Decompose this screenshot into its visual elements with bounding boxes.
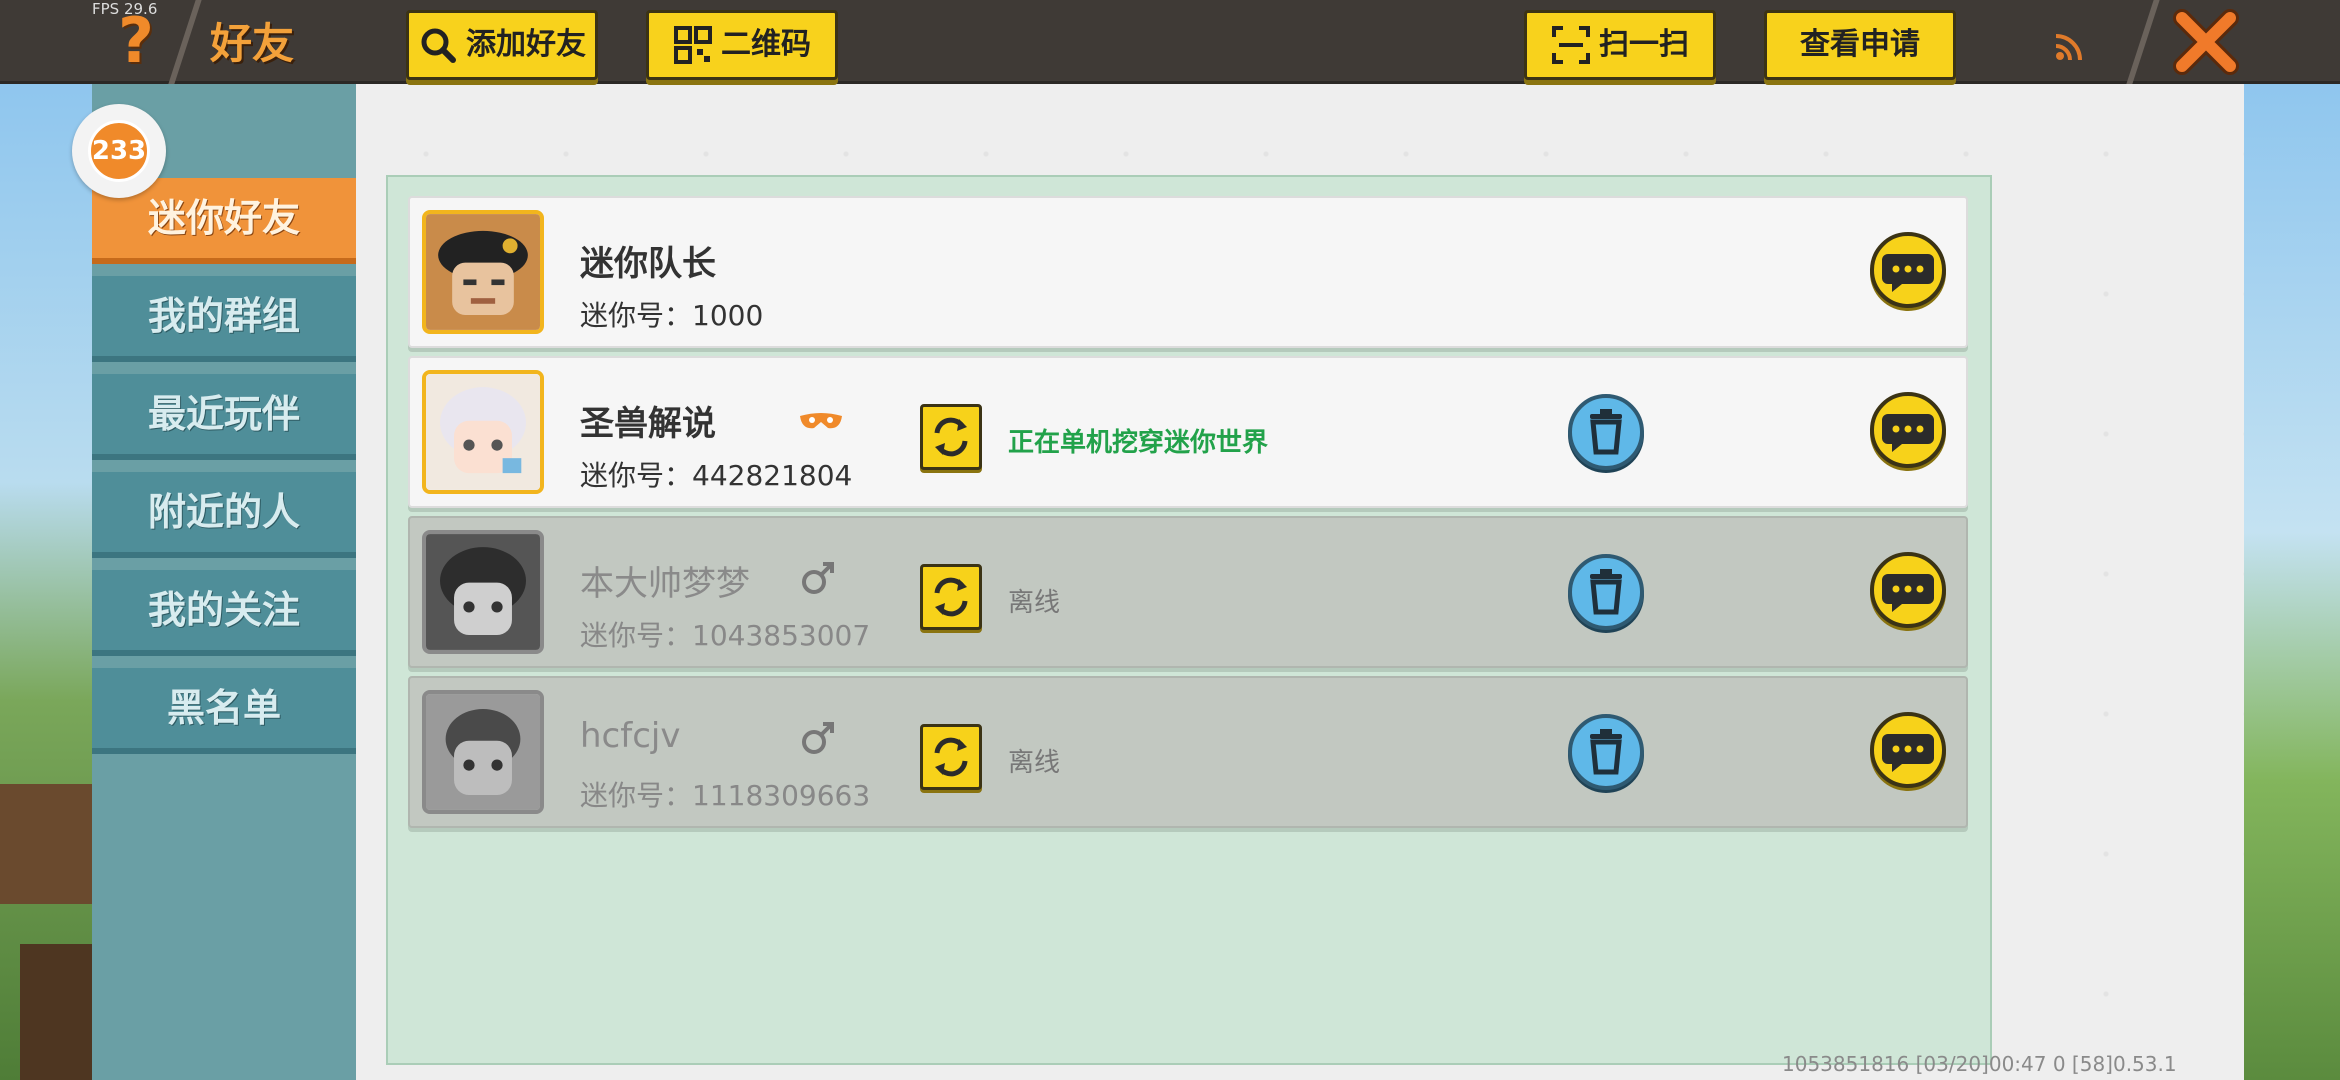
sidebar-item-recent-players[interactable]: 最近玩伴 — [92, 374, 356, 460]
delete-friend-button[interactable] — [1568, 714, 1644, 790]
refresh-icon — [934, 577, 968, 617]
top-bar: FPS 29.6 ? 好友 — [0, 0, 2340, 84]
chat-button[interactable] — [1870, 392, 1946, 468]
add-friend-label: 添加好友 — [466, 27, 586, 62]
signal-icon — [2055, 34, 2082, 61]
trash-icon — [1590, 409, 1622, 455]
chat-button[interactable] — [1870, 232, 1946, 308]
chat-icon — [1882, 734, 1934, 772]
page-title: 好友 — [210, 19, 295, 68]
divider — [2126, 0, 2160, 84]
friend-name: 迷你队长 — [580, 244, 716, 284]
friend-status: 正在单机挖穿迷你世界 — [1008, 428, 1269, 458]
avatar — [422, 210, 544, 334]
friend-name: 本大帅梦梦 — [580, 564, 750, 604]
block-decoration — [0, 784, 92, 904]
qr-code-button[interactable]: 二维码 — [646, 10, 838, 80]
friend-mini-id: 迷你号：1118309663 — [580, 779, 871, 812]
friend-mini-id: 迷你号：442821804 — [580, 459, 853, 492]
notification-badge[interactable]: 233 — [72, 104, 166, 198]
friend-name: 圣兽解说 — [580, 404, 716, 444]
avatar — [422, 530, 544, 654]
background-scenery-left — [0, 84, 92, 1080]
chat-icon — [1882, 574, 1934, 612]
scan-label: 扫一扫 — [1599, 27, 1689, 62]
view-requests-label: 查看申请 — [1800, 27, 1920, 62]
qr-code-label: 二维码 — [721, 27, 811, 62]
divider — [168, 0, 202, 84]
sidebar-item-my-groups[interactable]: 我的群组 — [92, 276, 356, 362]
refresh-icon — [934, 417, 968, 457]
refresh-button[interactable] — [920, 404, 982, 470]
delete-friend-button[interactable] — [1568, 554, 1644, 630]
block-decoration — [20, 944, 92, 1080]
add-friend-button[interactable]: 添加好友 — [406, 10, 598, 80]
scan-button[interactable]: 扫一扫 — [1524, 10, 1716, 80]
avatar — [422, 690, 544, 814]
search-icon — [421, 28, 456, 63]
scan-icon — [1552, 26, 1590, 64]
help-icon[interactable]: ? — [106, 6, 166, 76]
male-icon — [802, 722, 834, 754]
friend-row[interactable]: 本大帅梦梦 迷你号：1043853007 离线 — [408, 516, 1968, 668]
trash-icon — [1590, 729, 1622, 775]
trash-icon — [1590, 569, 1622, 615]
friend-status: 离线 — [1008, 748, 1061, 778]
chat-button[interactable] — [1870, 712, 1946, 788]
view-requests-button[interactable]: 查看申请 — [1764, 10, 1956, 80]
friend-row[interactable]: 圣兽解说 迷你号：442821804 正在单机挖穿迷你世界 — [408, 356, 1968, 508]
sidebar-item-nearby[interactable]: 附近的人 — [92, 472, 356, 558]
refresh-icon — [934, 737, 968, 777]
friend-name: hcfcjv — [580, 716, 681, 756]
friend-mini-id: 迷你号：1000 — [580, 299, 764, 332]
refresh-button[interactable] — [920, 564, 982, 630]
chat-icon — [1882, 414, 1934, 452]
sidebar-item-blacklist[interactable]: 黑名单 — [92, 668, 356, 754]
qr-code-icon — [674, 26, 712, 64]
male-icon — [802, 562, 834, 594]
chat-button[interactable] — [1870, 552, 1946, 628]
chat-icon — [1882, 254, 1934, 292]
friend-row[interactable]: 迷你队长 迷你号：1000 — [408, 196, 1968, 348]
friend-row[interactable]: hcfcjv 迷你号：1118309663 离线 — [408, 676, 1968, 828]
friend-status: 离线 — [1008, 588, 1061, 618]
mask-icon — [800, 413, 842, 429]
background-scenery-right — [2244, 84, 2340, 1080]
friend-mini-id: 迷你号：1043853007 — [580, 619, 871, 652]
close-icon[interactable] — [2170, 6, 2242, 78]
badge-count: 233 — [88, 120, 150, 182]
sidebar-item-following[interactable]: 我的关注 — [92, 570, 356, 656]
delete-friend-button[interactable] — [1568, 394, 1644, 470]
debug-info: 1053851816 [03/20]00:47 0 [58]0.53.1 — [1782, 1052, 2177, 1076]
avatar — [422, 370, 544, 494]
refresh-button[interactable] — [920, 724, 982, 790]
